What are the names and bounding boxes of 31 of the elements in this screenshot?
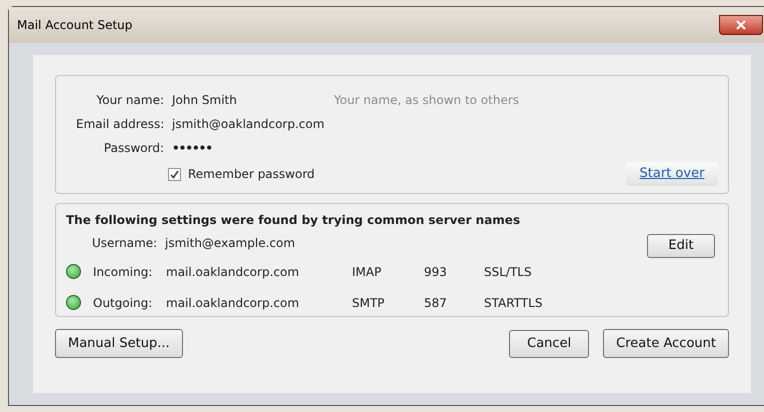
- server-label: Incoming:: [93, 264, 154, 280]
- text-field[interactable]: jsmith@oaklandcorp.com: [172, 115, 332, 133]
- server-host: mail.oaklandcorp.com: [166, 264, 300, 280]
- settings-heading: The following settings were found by trying common server names: [66, 212, 522, 229]
- window-title: Mail Account Setup: [17, 17, 132, 34]
- username-value: jsmith@example.com: [165, 234, 296, 252]
- server-protocol: IMAP: [352, 264, 382, 280]
- server-port: 993: [424, 264, 448, 280]
- field-label: Email address:: [76, 116, 164, 133]
- checkbox-label: Remember password: [188, 166, 315, 183]
- text-field[interactable]: John Smith: [172, 91, 332, 109]
- close-icon: [736, 20, 746, 30]
- server-host: mail.oaklandcorp.com: [166, 294, 300, 312]
- server-port: 587: [424, 294, 448, 312]
- server-label: Outgoing:: [93, 294, 154, 312]
- start-over-link[interactable]: Start over: [626, 162, 718, 186]
- server-security: SSL/TLS: [484, 264, 532, 280]
- field-label: Password:: [102, 140, 164, 157]
- password-field[interactable]: ••••••: [172, 139, 332, 157]
- cancel-button[interactable]: Cancel: [509, 330, 590, 358]
- field-hint: Your name, as shown to others: [334, 92, 520, 109]
- remember-checkbox[interactable]: [168, 168, 181, 180]
- edit-button[interactable]: Edit: [647, 234, 715, 258]
- field-label: Your name:: [95, 92, 164, 109]
- server-protocol: SMTP: [352, 294, 386, 312]
- close-button[interactable]: [719, 15, 763, 35]
- server-security: STARTTLS: [484, 294, 542, 312]
- manual-setup-button[interactable]: Manual Setup...: [55, 329, 183, 358]
- field-label: Username:: [92, 234, 158, 252]
- checkmark-icon: [170, 170, 179, 178]
- create-account-button[interactable]: Create Account: [603, 329, 729, 358]
